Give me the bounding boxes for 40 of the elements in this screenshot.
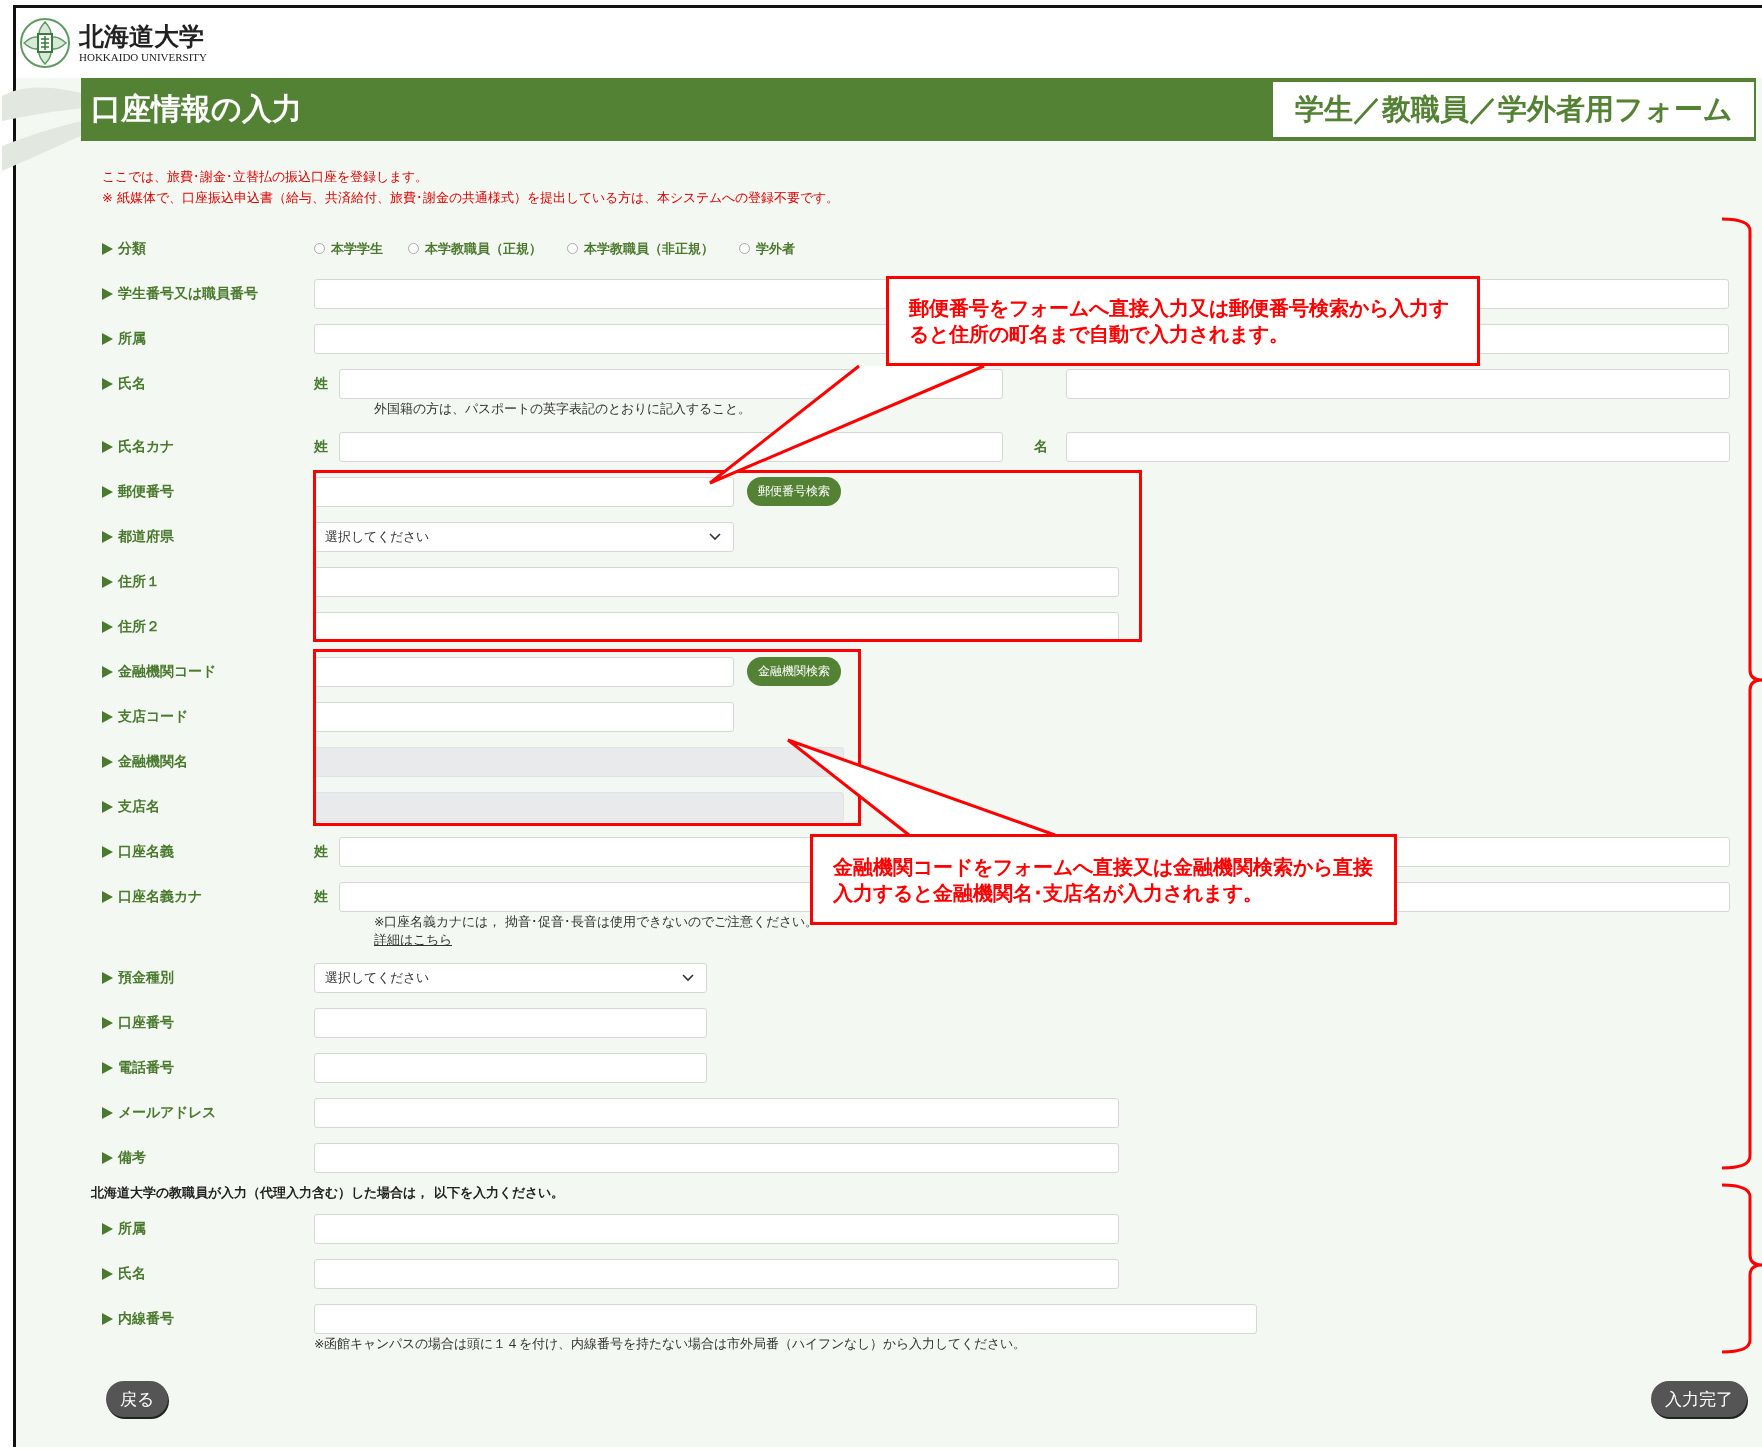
field-label: 口座名義カナ — [118, 887, 202, 906]
form-type-label: 学生／教職員／学外者用フォーム — [1271, 80, 1756, 139]
help-text: 外国籍の方は、パスポートの英字表記のとおりに記入すること。 — [374, 400, 751, 418]
field-label: 所属 — [118, 1219, 146, 1238]
field-label: 郵便番号 — [118, 482, 174, 501]
name-part-label: 姓 — [314, 842, 329, 861]
field-label: 氏名 — [118, 374, 146, 393]
field-label: 口座名義 — [118, 842, 174, 861]
field-label: 所属 — [118, 329, 146, 348]
field-label: 金融機関コード — [118, 662, 216, 681]
name-part-label: 姓 — [314, 887, 329, 906]
callout-text: 金融機関コードをフォームへ直接又は金融機関検索から直接入力すると金融機関名･支店名が入力されます。 — [833, 853, 1374, 906]
field-label: 氏名カナ — [118, 437, 174, 456]
help-text: ※口座名義カナには， 拗音･促音･長音は使用できないのでご注意ください。 — [374, 913, 819, 931]
field-label: 備考 — [118, 1148, 146, 1167]
university-name: 北海道大学 — [79, 22, 205, 51]
notice-text: ※ 紙媒体で、口座振込申込書（給与、共済給付、旅費･謝金の共通様式）を提出している方は、本システムへの登録不要です。 — [102, 189, 841, 207]
field-label: 支店コード — [118, 707, 188, 726]
page-title: 口座情報の入力 — [90, 90, 302, 128]
name-part-label: 姓 — [314, 437, 329, 456]
name-part-label: 姓 — [314, 374, 329, 393]
help-text: ※函館キャンパスの場合は頭に１４を付け、内線番号を持たない場合は市外局番（ハイフンなし）から入力してください。 — [314, 1335, 1027, 1353]
field-label: 支店名 — [118, 797, 160, 816]
field-label: メールアドレス — [118, 1103, 216, 1122]
field-label: 住所２ — [118, 617, 160, 636]
field-label: 都道府県 — [118, 527, 174, 546]
field-label: 預金種別 — [118, 968, 174, 987]
field-label: 分類 — [118, 239, 146, 258]
notice-text: ここでは、旅費･謝金･立替払の振込口座を登録します。 — [102, 168, 429, 186]
name-part-label: 名 — [1033, 437, 1049, 456]
field-label: 口座番号 — [118, 1013, 174, 1032]
field-label: 内線番号 — [118, 1309, 174, 1328]
field-label: 金融機関名 — [118, 752, 188, 771]
field-label: 住所１ — [118, 572, 160, 591]
field-label: 電話番号 — [118, 1058, 174, 1077]
callout-text: 郵便番号をフォームへ直接入力又は郵便番号検索から入力すると住所の町名まで自動で入力されます。 — [909, 295, 1450, 347]
section-heading: 北海道大学の教職員が入力（代理入力含む）した場合は， 以下を入力ください。 — [91, 1184, 565, 1202]
field-label: 学生番号又は職員番号 — [118, 284, 258, 303]
field-label: 氏名 — [118, 1264, 146, 1283]
university-name-english: HOKKAIDO UNIVERSITY — [79, 50, 207, 64]
